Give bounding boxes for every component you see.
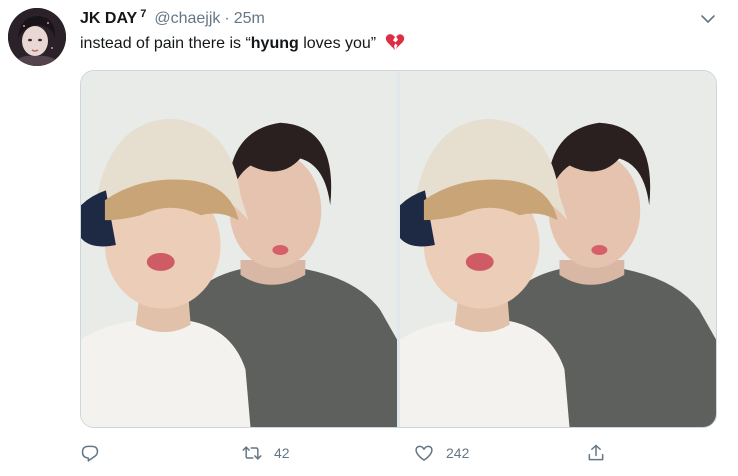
share-icon — [588, 444, 604, 461]
chevron-down-icon — [701, 15, 715, 23]
photo-1[interactable] — [81, 71, 397, 427]
tweet-header: JK DAY 7 @chaejjk · 25m — [80, 8, 698, 31]
photo-two-people — [400, 71, 716, 427]
tweet-menu-button[interactable] — [700, 11, 716, 27]
tweet-actions: 42 242 — [80, 440, 738, 466]
reply-button[interactable] — [80, 440, 112, 466]
like-button[interactable]: 242 — [414, 440, 469, 466]
tweet-media[interactable] — [80, 70, 717, 428]
tweet-text-after: loves you” — [298, 35, 377, 52]
avatar[interactable] — [8, 8, 66, 66]
tweet-card[interactable]: JK DAY 7 @chaejjk · 25m instead of pain … — [0, 0, 738, 476]
like-count: 242 — [446, 445, 470, 461]
photo-two-people — [81, 71, 397, 427]
separator-dot: · — [224, 10, 230, 27]
profile-photo — [8, 8, 66, 66]
display-name[interactable]: JK DAY — [80, 8, 137, 30]
display-name-suffix: 7 — [140, 8, 147, 20]
tweet-text: instead of pain there is “hyung loves yo… — [80, 33, 698, 55]
photo-2[interactable] — [400, 71, 716, 427]
timestamp[interactable]: 25m — [234, 8, 265, 30]
reply-icon — [81, 445, 99, 462]
tweet-text-bold: hyung — [250, 35, 299, 52]
tweet-text-before: instead of pain there is “ — [80, 35, 251, 52]
broken-heart-emoji-icon — [385, 33, 405, 51]
retweet-count: 42 — [274, 445, 290, 461]
retweet-icon — [242, 446, 262, 460]
user-handle[interactable]: @chaejjk — [154, 8, 220, 30]
heart-icon — [415, 445, 433, 461]
retweet-button[interactable]: 42 — [242, 440, 290, 466]
share-button[interactable] — [586, 440, 618, 466]
